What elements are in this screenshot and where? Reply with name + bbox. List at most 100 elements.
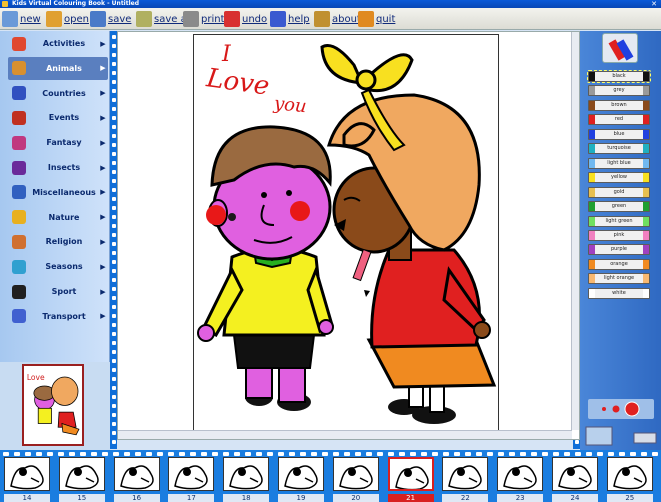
picture-thumbnail[interactable]: [497, 457, 544, 491]
tool-icons: [584, 423, 658, 447]
film-hole: [111, 143, 116, 147]
picture-thumbnail[interactable]: [442, 457, 489, 491]
print-label: print: [201, 13, 225, 25]
crayon-white[interactable]: white: [588, 287, 650, 299]
film-hole: [111, 413, 116, 417]
brush-size-medium[interactable]: [612, 405, 620, 413]
submenu-arrow-icon: ▶: [100, 163, 106, 172]
picture-thumbnail[interactable]: [332, 457, 379, 491]
film-hole: [113, 451, 119, 456]
film-hole: [111, 440, 116, 444]
religion-icon: [12, 234, 26, 249]
film-hole: [14, 451, 20, 456]
category-fantasy[interactable]: Fantasy ▶: [8, 131, 108, 154]
category-activities[interactable]: Activities ▶: [8, 32, 108, 55]
crayon-pink[interactable]: pink: [588, 229, 650, 241]
category-animals[interactable]: Animals ▶: [8, 56, 108, 80]
svg-text:Love: Love: [27, 373, 45, 382]
fantasy-icon: [12, 135, 26, 150]
paint-tools-icon[interactable]: [585, 426, 613, 446]
caption-love: Love: [204, 63, 272, 102]
category-countries[interactable]: Countries ▶: [8, 82, 108, 105]
save-icon: [90, 11, 106, 27]
crayon-purple[interactable]: purple: [588, 244, 650, 256]
quit-button[interactable]: quit: [358, 9, 395, 29]
crayon-grey[interactable]: grey: [588, 85, 650, 97]
picture-thumbnail[interactable]: [387, 457, 434, 491]
category-transport[interactable]: Transport ▶: [8, 305, 108, 328]
save-button[interactable]: save: [90, 9, 131, 29]
picture-filmstrip: 14 15 16 17 18 19 20 21 22 23 24 25: [0, 450, 661, 502]
category-events[interactable]: Events ▶: [8, 106, 108, 129]
crayon-tail: [643, 100, 649, 110]
drawing-paper[interactable]: I Love you: [193, 34, 499, 439]
film-hole: [498, 451, 504, 456]
picture-thumbnail[interactable]: [113, 457, 160, 491]
brush-size-small[interactable]: [602, 407, 606, 411]
crayon-orange[interactable]: orange: [588, 258, 650, 270]
preview-drawing: Love: [27, 373, 80, 436]
crayon-light-blue[interactable]: light blue: [588, 157, 650, 169]
horizontal-scrollbar[interactable]: [118, 430, 572, 439]
animals-icon: [12, 61, 26, 76]
picture-thumbnail[interactable]: [168, 457, 215, 491]
film-hole: [47, 451, 53, 456]
picture-thumbnail[interactable]: [606, 457, 653, 491]
undo-button[interactable]: undo: [224, 9, 267, 29]
film-hole: [111, 359, 116, 363]
vertical-scrollbar[interactable]: [571, 32, 579, 430]
brush-size-selector[interactable]: [588, 399, 654, 419]
crayon-light-green[interactable]: light green: [588, 215, 650, 227]
film-hole: [443, 451, 449, 456]
crayon-red[interactable]: red: [588, 114, 650, 126]
category-religion[interactable]: Religion ▶: [8, 230, 108, 253]
open-button[interactable]: open: [46, 9, 89, 29]
activities-icon: [12, 36, 26, 51]
film-hole: [553, 451, 559, 456]
film-hole: [212, 451, 218, 456]
colouring-drawing[interactable]: I Love you: [194, 35, 499, 439]
crayon-light-orange[interactable]: light orange: [588, 273, 650, 285]
film-hole: [201, 451, 207, 456]
film-hole: [256, 451, 262, 456]
thumbnail-number: 17: [168, 494, 215, 502]
about-button[interactable]: about: [314, 9, 361, 29]
crayon-label: green: [595, 202, 643, 212]
new-button[interactable]: new: [2, 9, 41, 29]
film-hole: [168, 451, 174, 456]
film-hole: [574, 440, 579, 444]
eraser-icon[interactable]: [633, 432, 657, 444]
category-seasons[interactable]: Seasons ▶: [8, 255, 108, 278]
picture-thumbnail[interactable]: [552, 457, 598, 491]
close-icon[interactable]: ✕: [649, 0, 659, 8]
picture-thumbnail[interactable]: [278, 457, 324, 491]
crayon-black[interactable]: black: [587, 70, 651, 83]
print-button[interactable]: print: [183, 9, 225, 29]
category-miscellaneous[interactable]: Miscellaneous ▶: [8, 181, 108, 204]
picture-thumbnail[interactable]: [223, 457, 270, 491]
picture-thumbnail[interactable]: [4, 457, 50, 491]
canvas-area[interactable]: I Love you: [117, 31, 580, 440]
crayon-gold[interactable]: gold: [588, 186, 650, 198]
crayon-label: gold: [595, 187, 643, 197]
crayon-cursor: [352, 248, 372, 297]
crayon-label: light blue: [595, 158, 643, 168]
brush-size-large[interactable]: [624, 401, 640, 417]
crayon-label: red: [595, 115, 643, 125]
crayon-yellow[interactable]: yellow: [588, 172, 650, 184]
picture-thumbnail[interactable]: [58, 457, 105, 491]
crayon-brown[interactable]: brown: [588, 99, 650, 111]
film-hole: [542, 451, 548, 456]
category-label: Fantasy: [46, 138, 82, 148]
help-button[interactable]: help: [270, 9, 310, 29]
preview-thumbnail[interactable]: Love: [22, 364, 84, 446]
category-sport[interactable]: Sport ▶: [8, 280, 108, 303]
film-hole: [300, 451, 306, 456]
film-border-left: [110, 31, 117, 449]
crayon-turquoise[interactable]: turquoise: [588, 143, 650, 155]
submenu-arrow-icon: ▶: [100, 113, 106, 122]
category-nature[interactable]: Nature ▶: [8, 206, 108, 229]
crayon-blue[interactable]: blue: [588, 128, 650, 140]
category-insects[interactable]: Insects ▶: [8, 156, 108, 179]
crayon-green[interactable]: green: [588, 201, 650, 213]
